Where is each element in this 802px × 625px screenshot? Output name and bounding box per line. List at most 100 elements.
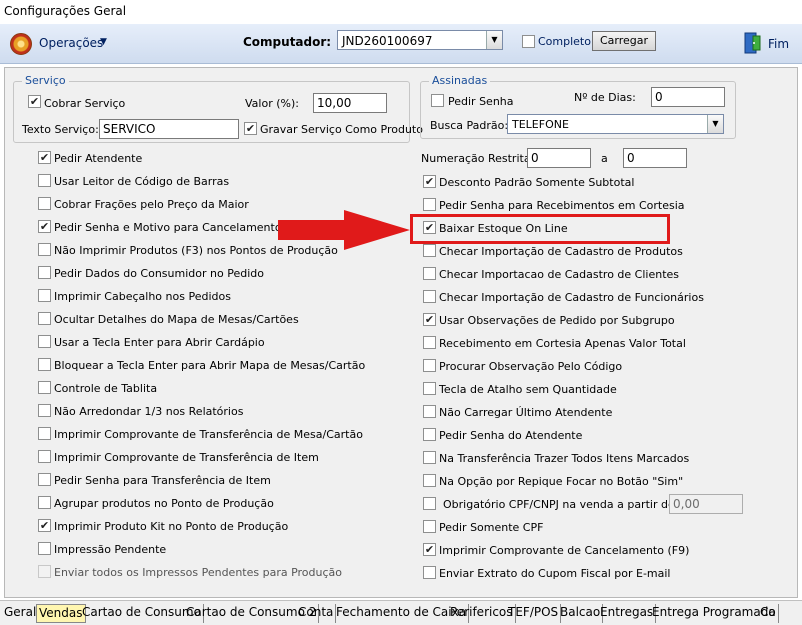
left-option-label: Enviar todos os Impressos Pendentes para… [54, 566, 343, 579]
full-checkbox[interactable] [522, 35, 535, 48]
left-option-checkbox[interactable] [38, 151, 51, 164]
right-option-label: Na Opção por Repique Focar no Botão "Sim… [439, 475, 684, 488]
right-option-checkbox[interactable] [423, 566, 436, 579]
texto-servico-input[interactable]: SERVICO [99, 119, 239, 139]
right-option-checkbox[interactable] [423, 244, 436, 257]
right-option-checkbox[interactable] [423, 520, 436, 533]
tab-conta[interactable]: Conta [296, 604, 337, 623]
left-option-checkbox[interactable] [38, 381, 51, 394]
left-option-checkbox[interactable] [38, 427, 51, 440]
numeracao-from-input[interactable]: 0 [527, 148, 591, 168]
cobrar-servico-label: Cobrar Serviço [44, 97, 126, 110]
busca-label: Busca Padrão: [430, 119, 509, 132]
left-option-label: Bloquear a Tecla Enter para Abrir Mapa d… [54, 359, 366, 372]
right-option-checkbox[interactable] [423, 290, 436, 303]
numeracao-label: Numeração Restrita: [421, 152, 535, 165]
left-option-label: Ocultar Detalhes do Mapa de Mesas/Cartõe… [54, 313, 299, 326]
left-option-label: Pedir Senha para Transferência de Item [54, 474, 271, 487]
exit-door-icon[interactable] [744, 32, 762, 54]
title-bar: Configurações Geral [0, 0, 802, 24]
tab-co[interactable]: Co [758, 604, 779, 623]
operations-menu[interactable]: Operações [39, 36, 103, 50]
left-option-checkbox[interactable] [38, 266, 51, 279]
left-option-label: Usar a Tecla Enter para Abrir Cardápio [54, 336, 265, 349]
tab-bar: Geral Vendas Cartao de Consumo Cartao de Co… [0, 600, 802, 625]
toolbar: Operações ▼ Computador: JND260100697 ▼ C… [0, 24, 802, 64]
pedir-senha-checkbox[interactable] [431, 94, 444, 107]
red-arrow-annotation [278, 210, 410, 250]
left-option-checkbox[interactable] [38, 565, 51, 578]
left-option-label: Impressão Pendente [54, 543, 167, 556]
valor-label: Valor (%): [245, 97, 299, 110]
left-option-checkbox[interactable] [38, 542, 51, 555]
tab-tef-pos[interactable]: TEF/POS [506, 604, 562, 623]
right-option-label: Checar Importacao de Cadastro de Cliente… [439, 268, 680, 281]
gravar-servico-checkbox[interactable] [244, 122, 257, 135]
left-option-checkbox[interactable] [38, 496, 51, 509]
left-option-label: Cobrar Frações pelo Preço da Maior [54, 198, 249, 211]
left-option-label: Imprimir Produto Kit no Ponto de Produçã… [54, 520, 289, 533]
right-option-checkbox[interactable] [423, 497, 436, 510]
operations-gear-icon[interactable] [10, 33, 32, 55]
left-option-checkbox[interactable] [38, 243, 51, 256]
tab-geral[interactable]: Geral [2, 604, 40, 623]
valor-input[interactable]: 10,00 [313, 93, 387, 113]
right-option-checkbox[interactable] [423, 267, 436, 280]
left-option-checkbox[interactable] [38, 335, 51, 348]
busca-select[interactable]: TELEFONE ▼ [507, 114, 724, 134]
computer-value: JND260100697 [342, 34, 433, 48]
left-option-checkbox[interactable] [38, 289, 51, 302]
right-option-label: Na Transferência Trazer Todos Itens Marc… [439, 452, 690, 465]
right-option-label: Procurar Observação Pelo Código [439, 360, 623, 373]
chevron-down-icon[interactable]: ▼ [100, 37, 107, 47]
right-option-checkbox[interactable] [423, 428, 436, 441]
tab-entregas[interactable]: Entregas [598, 604, 657, 623]
dropdown-arrow-icon[interactable]: ▼ [486, 31, 502, 49]
right-option-label: Checar Importação de Cadastro de Produto… [439, 245, 683, 258]
left-option-checkbox[interactable] [38, 404, 51, 417]
busca-value: TELEFONE [512, 118, 569, 131]
left-option-checkbox[interactable] [38, 450, 51, 463]
right-option-checkbox[interactable] [423, 543, 436, 556]
highlight-box [410, 214, 670, 244]
left-option-checkbox[interactable] [38, 220, 51, 233]
right-option-checkbox[interactable] [423, 359, 436, 372]
right-option-checkbox[interactable] [423, 175, 436, 188]
pedir-senha-label: Pedir Senha [448, 95, 514, 108]
right-option-checkbox[interactable] [423, 198, 436, 211]
left-option-checkbox[interactable] [38, 473, 51, 486]
right-option-label: Enviar Extrato do Cupom Fiscal por E-mai… [439, 567, 671, 580]
right-option-checkbox[interactable] [423, 474, 436, 487]
computer-label: Computador: [243, 35, 332, 49]
left-option-label: Imprimir Cabeçalho nos Pedidos [54, 290, 231, 303]
tab-balcao[interactable]: Balcao [558, 604, 604, 623]
left-option-checkbox[interactable] [38, 358, 51, 371]
right-option-checkbox[interactable] [423, 313, 436, 326]
right-option-label: Recebimento em Cortesia Apenas Valor Tot… [439, 337, 686, 350]
load-button[interactable]: Carregar [592, 31, 656, 51]
right-option-checkbox[interactable] [423, 405, 436, 418]
gravar-servico-label: Gravar Serviço Como Produto [260, 123, 423, 136]
left-option-checkbox[interactable] [38, 519, 51, 532]
cobrar-servico-checkbox[interactable] [28, 95, 41, 108]
dias-label: Nº de Dias: [574, 91, 636, 104]
cpf-min-value-input[interactable]: 0,00 [669, 494, 743, 514]
right-option-checkbox[interactable] [423, 336, 436, 349]
tab-vendas[interactable]: Vendas [36, 604, 86, 623]
left-option-checkbox[interactable] [38, 312, 51, 325]
right-option-checkbox[interactable] [423, 382, 436, 395]
window-title: Configurações Geral [4, 4, 127, 18]
left-option-label: Pedir Dados do Consumidor no Pedido [54, 267, 264, 280]
dias-input[interactable]: 0 [651, 87, 725, 107]
texto-servico-label: Texto Serviço: [22, 123, 99, 136]
computer-select[interactable]: JND260100697 ▼ [337, 30, 503, 50]
left-option-checkbox[interactable] [38, 174, 51, 187]
right-option-label: Pedir Senha do Atendente [439, 429, 583, 442]
right-option-checkbox[interactable] [423, 451, 436, 464]
dropdown-arrow-icon[interactable]: ▼ [707, 115, 723, 133]
numeracao-to-input[interactable]: 0 [623, 148, 687, 168]
full-label: Completo [538, 35, 591, 48]
left-option-checkbox[interactable] [38, 197, 51, 210]
right-option-label: Não Carregar Último Atendente [439, 406, 613, 419]
exit-label[interactable]: Fim [768, 37, 789, 51]
